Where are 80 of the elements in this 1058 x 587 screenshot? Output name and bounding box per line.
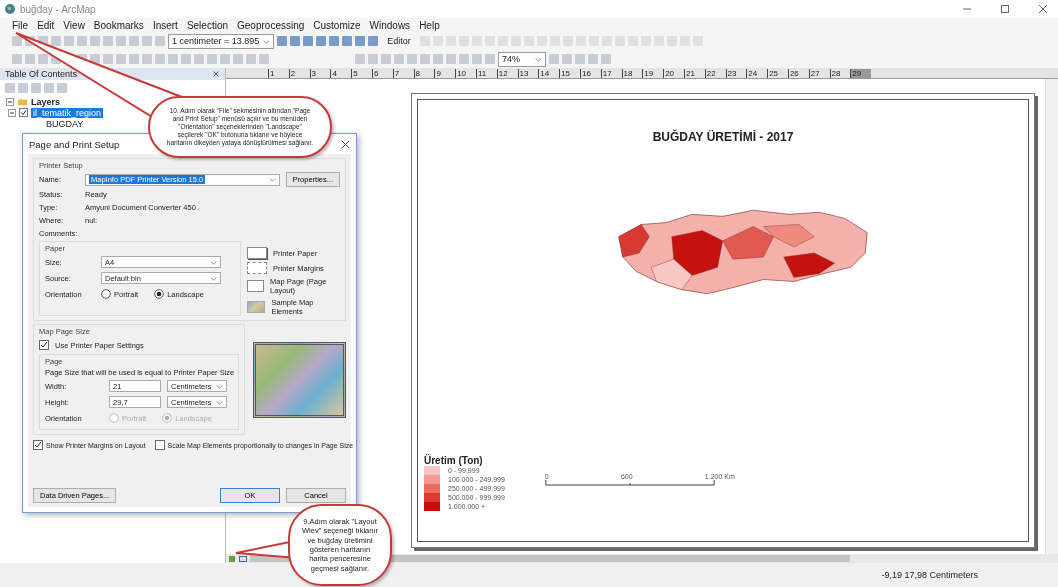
ruler-label: 21: [683, 69, 705, 78]
ruler-label: 29: [850, 69, 872, 78]
menu-item[interactable]: Windows: [369, 19, 411, 31]
ruler-label: 2: [288, 69, 310, 78]
ruler-label: 14: [538, 69, 560, 78]
radio-button[interactable]: [154, 289, 165, 299]
checkbox[interactable]: [33, 440, 43, 450]
ruler-label: 8: [413, 69, 435, 78]
ruler-label: 19: [642, 69, 664, 78]
collapse-icon[interactable]: [8, 108, 16, 117]
checkbox[interactable]: [19, 108, 28, 117]
menu-item[interactable]: View: [63, 19, 85, 31]
close-icon[interactable]: [341, 139, 350, 149]
ruler-label: 16: [579, 69, 601, 78]
ruler-label: 7: [392, 69, 414, 78]
toolbar-square-icon[interactable]: [316, 36, 327, 46]
ruler-label: 5: [351, 69, 372, 78]
toolbar-square-icon[interactable]: [303, 36, 314, 46]
map-sample-swatch: [247, 301, 266, 313]
menu-item[interactable]: Bookmarks: [93, 19, 144, 31]
ruler-label: 17: [600, 69, 622, 78]
ruler-label: 22: [704, 69, 726, 78]
toolbar-square-icon[interactable]: [277, 36, 288, 46]
data-view-icon[interactable]: [228, 554, 236, 563]
toolbar-square-icon[interactable]: [368, 36, 379, 46]
caret-icon: [535, 55, 542, 63]
page-swatch: [247, 280, 265, 292]
toolbar-square-icon[interactable]: [355, 36, 366, 46]
ruler-label: 12: [496, 69, 518, 78]
zoom-combo[interactable]: 74%: [498, 51, 546, 67]
radio-button[interactable]: [101, 289, 111, 299]
ruler-label: 4: [330, 69, 352, 78]
ruler-label: 11: [475, 69, 497, 78]
ruler-label: 27: [808, 69, 830, 78]
menu-item[interactable]: Insert: [152, 19, 178, 31]
menu-item[interactable]: File: [12, 19, 29, 31]
ruler-label: 6: [372, 69, 393, 78]
tree-item[interactable]: il_tematik_region: [31, 107, 104, 118]
collapse-icon[interactable]: [6, 97, 14, 106]
ruler-label: 1: [268, 69, 289, 78]
menu-item[interactable]: Geoprocessing: [237, 19, 305, 31]
menu-item[interactable]: Help: [419, 19, 440, 31]
menu-item[interactable]: Edit: [37, 19, 55, 31]
checkbox[interactable]: [154, 440, 165, 450]
caret-icon: [263, 37, 271, 45]
ruler-label: 3: [309, 69, 331, 78]
ruler-label: 10: [455, 69, 476, 78]
menu-item[interactable]: Customize: [313, 19, 361, 31]
maximize-icon[interactable]: [1000, 4, 1010, 14]
close-icon[interactable]: [1038, 4, 1048, 14]
ruler-label: 25: [767, 69, 788, 78]
margins-swatch: [247, 262, 267, 274]
toolbar-square-icon[interactable]: [342, 36, 353, 46]
ruler-label: 24: [746, 69, 768, 78]
menu-item[interactable]: Selection: [186, 19, 229, 31]
legend-title: Üretim (Ton): [424, 455, 484, 466]
ruler-label: 26: [787, 69, 809, 78]
globe-icon: [4, 3, 16, 15]
dialog-title: Page and Print Setup: [29, 138, 120, 150]
window-title: buğday - ArcMap: [20, 3, 96, 15]
toolbar-square-icon[interactable]: [329, 36, 340, 46]
scale-combo[interactable]: 1 centimeter = 13.895: [168, 33, 275, 49]
panel-title: Table Of Contents: [5, 69, 78, 79]
ruler-label: 18: [621, 69, 643, 78]
tree-item[interactable]: Layers: [31, 96, 61, 107]
ruler-label: 9: [434, 69, 456, 78]
ruler-label: 13: [517, 69, 539, 78]
map-title: BUĞDAY ÜRETİMİ - 2017: [652, 130, 794, 144]
toolbar-square-icon[interactable]: [290, 36, 301, 46]
caret-icon: [268, 176, 276, 183]
layout-view-icon[interactable]: [239, 554, 247, 563]
paper-swatch: [247, 247, 267, 259]
editor-menu[interactable]: Editor: [381, 36, 417, 46]
ruler-label: 15: [559, 69, 580, 78]
ruler-label: 23: [725, 69, 747, 78]
tree-item[interactable]: BUGDAY: [46, 118, 84, 129]
status-coordinates: -9,19 17,98 Centimeters: [881, 570, 978, 580]
close-icon[interactable]: [212, 70, 220, 78]
ruler-label: 20: [663, 69, 684, 78]
vertical-scrollbar[interactable]: [1045, 79, 1058, 554]
